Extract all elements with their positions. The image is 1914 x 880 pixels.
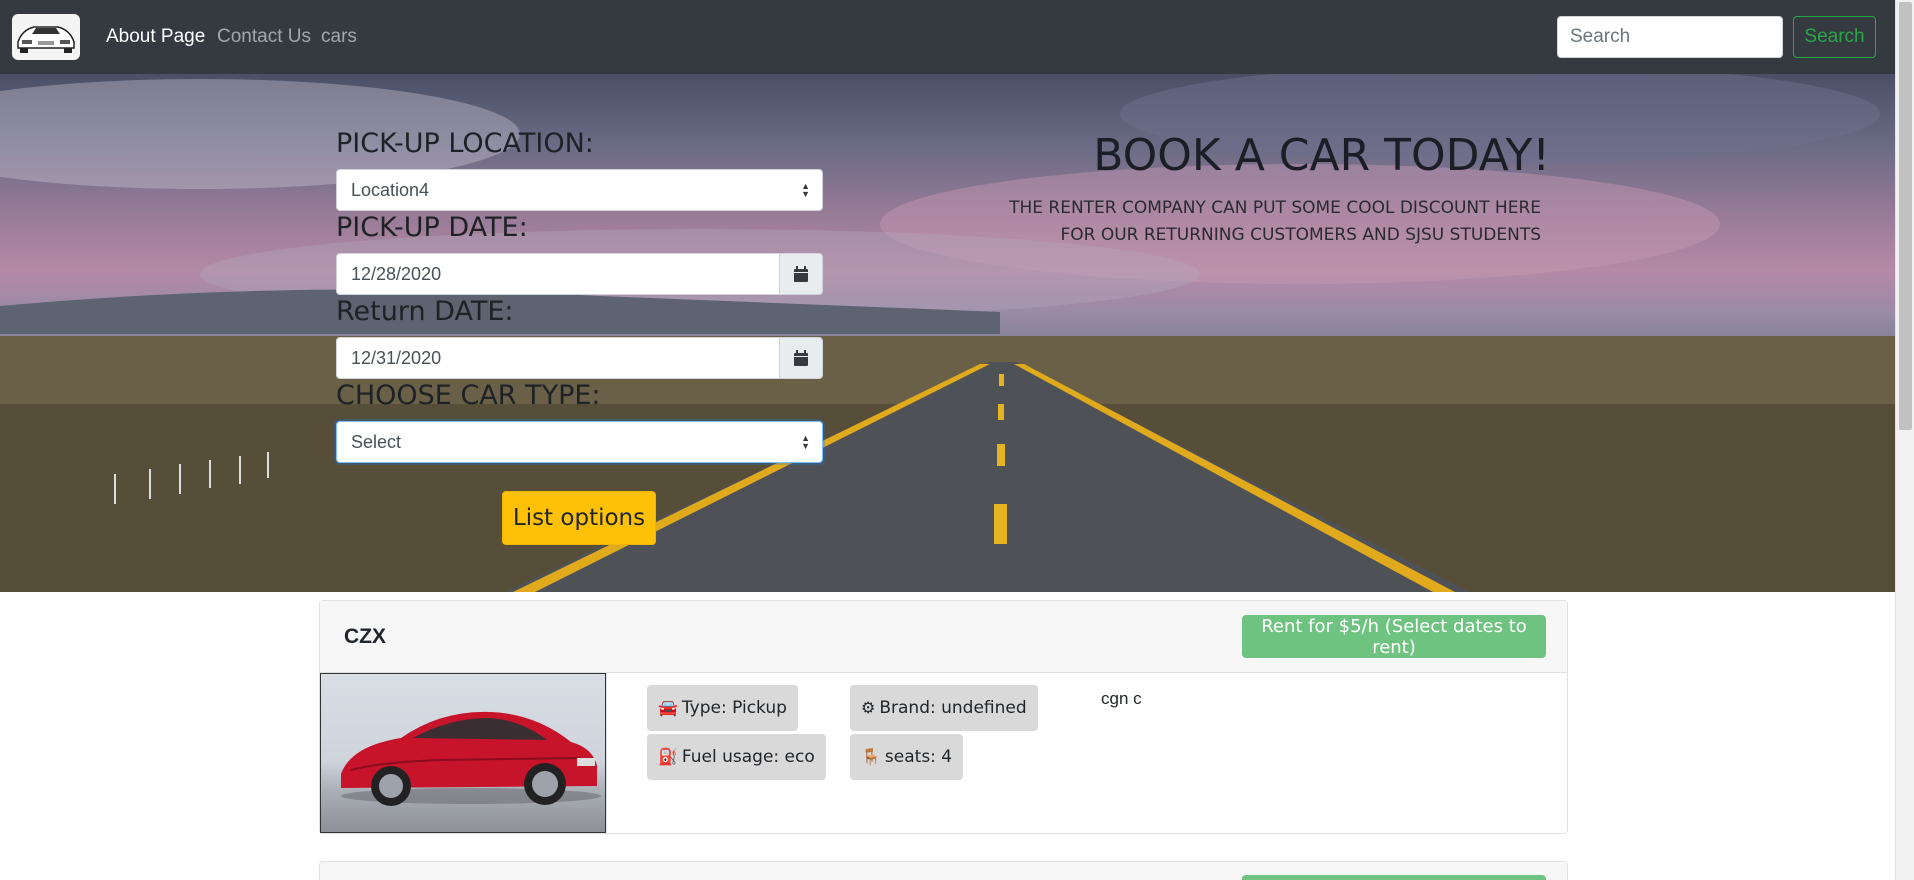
rent-button[interactable]: Rent for $5/h (Select dates to rent) xyxy=(1242,615,1546,658)
car-card: CZX Rent for $5/h (Select dates to rent)… xyxy=(319,600,1568,834)
gears-icon: ⚙ xyxy=(861,698,876,717)
list-options-button[interactable]: List options xyxy=(502,491,656,545)
chair-icon: 🪑 xyxy=(861,747,881,766)
car-card-header: CZX Rent for $5/h (Select dates to rent) xyxy=(320,601,1567,673)
page-scrollbar[interactable] xyxy=(1895,0,1914,880)
spec-seats: 🪑 seats: 4 xyxy=(850,734,964,780)
search-button[interactable]: Search xyxy=(1793,16,1876,58)
car-photo xyxy=(320,673,606,833)
nav-cars-link[interactable]: cars xyxy=(321,26,357,48)
spec-type: 🚘 Type: Pickup xyxy=(647,685,798,731)
return-date-input[interactable]: 12/31/2020 xyxy=(336,337,780,379)
return-date-label: Return DATE: xyxy=(336,296,514,327)
hero-subtitle-line2: FOR OUR RETURNING CUSTOMERS AND SJSU STU… xyxy=(1060,225,1541,245)
spec-brand-text: Brand: undefined xyxy=(879,698,1027,718)
car-card-next xyxy=(319,861,1568,880)
car-logo-icon[interactable] xyxy=(12,14,80,60)
pickup-calendar-button[interactable] xyxy=(779,253,823,295)
pickup-location-value: Location4 xyxy=(351,180,430,200)
nav-about-link[interactable]: About Page xyxy=(106,26,205,48)
hero-banner: PICK-UP LOCATION: Location4 ▲ ▼ PICK-UP D… xyxy=(0,74,1895,592)
spec-seats-text: seats: 4 xyxy=(884,747,953,767)
pickup-date-label: PICK-UP DATE: xyxy=(336,212,528,243)
pickup-location-label: PICK-UP LOCATION: xyxy=(336,128,594,159)
hero-subtitle-line1: THE RENTER COMPANY CAN PUT SOME COOL DIS… xyxy=(1009,198,1541,218)
pickup-date-input[interactable]: 12/28/2020 xyxy=(336,253,780,295)
car-icon: 🚘 xyxy=(658,698,678,717)
hero-title: BOOK A CAR TODAY! xyxy=(1093,130,1550,181)
car-description: cgn c xyxy=(1101,689,1142,708)
spec-type-text: Type: Pickup xyxy=(681,698,787,718)
spec-fuel-text: Fuel usage: eco xyxy=(681,747,815,767)
select-arrows-icon: ▲ ▼ xyxy=(801,433,810,451)
scrollbar-thumb[interactable] xyxy=(1899,2,1912,430)
spec-fuel: ⛽ Fuel usage: eco xyxy=(647,734,826,780)
image-divider xyxy=(606,673,607,833)
road-landscape-image xyxy=(0,74,1895,592)
car-name: CZX xyxy=(344,625,386,648)
search-input[interactable] xyxy=(1557,16,1783,58)
rent-button-next[interactable] xyxy=(1242,875,1546,880)
nav-contact-link[interactable]: Contact Us xyxy=(217,26,311,48)
gas-pump-icon: ⛽ xyxy=(658,747,678,766)
navbar: About Page Contact Us cars Search xyxy=(0,0,1895,74)
car-type-select[interactable]: Select ▲ ▼ xyxy=(336,421,823,463)
spec-brand: ⚙ Brand: undefined xyxy=(850,685,1038,731)
car-type-label: CHOOSE CAR TYPE: xyxy=(336,380,601,411)
pickup-location-select[interactable]: Location4 ▲ ▼ xyxy=(336,169,823,211)
car-type-value: Select xyxy=(351,432,402,452)
return-calendar-button[interactable] xyxy=(779,337,823,379)
select-arrows-icon: ▲ ▼ xyxy=(801,181,810,199)
calendar-icon xyxy=(794,266,808,282)
calendar-icon xyxy=(794,350,808,366)
